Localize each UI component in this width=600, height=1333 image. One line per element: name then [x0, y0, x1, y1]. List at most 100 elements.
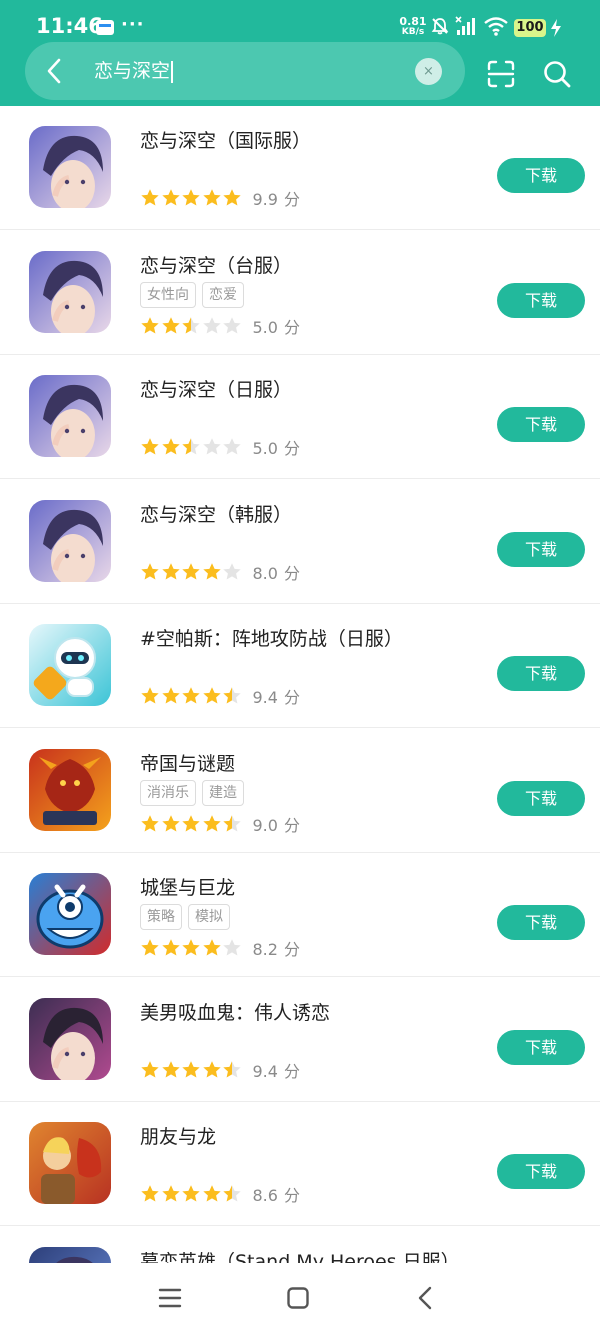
download-button[interactable]: 下载 [497, 905, 585, 940]
app-list-item[interactable]: 恋与深空（日服） 5.0 分 下载 [0, 355, 600, 479]
download-button[interactable]: 下载 [497, 158, 585, 193]
app-list-item[interactable]: 恋与深空（国际服） 9.9 分 下载 [0, 106, 600, 230]
app-icon-anime-boy-portrait[interactable] [29, 126, 111, 208]
star-full-icon [161, 316, 180, 333]
star-full-icon [161, 562, 180, 579]
rating-score-unit: 分 [283, 563, 300, 583]
search-bar[interactable] [25, 42, 465, 100]
download-button[interactable]: 下载 [497, 407, 585, 442]
network-speed-value: 0.81 [399, 15, 427, 28]
category-tag: 恋爱 [202, 281, 244, 308]
network-speed-unit: KB/s [401, 27, 425, 37]
app-name[interactable]: 恋与深空（台服） [140, 251, 292, 278]
rating-score-unit: 分 [283, 317, 300, 337]
app-icon-robot-mascot[interactable] [29, 624, 111, 706]
rating-score: 9.4 分 [253, 1058, 300, 1082]
star-full-icon [141, 939, 159, 956]
download-button[interactable]: 下载 [497, 656, 585, 691]
notification-card-icon [96, 20, 114, 35]
app-list-item[interactable]: 恋与深空（台服） 女性向 恋爱 5.0 分下载 [0, 231, 600, 355]
category-tag: 消消乐 [140, 779, 196, 806]
menu-icon[interactable] [157, 1285, 183, 1311]
app-name[interactable]: 美男吸血鬼：伟人诱恋 [140, 998, 330, 1025]
star-half-icon [223, 687, 241, 704]
rating-score-value: 8.2 [252, 940, 278, 959]
app-tags: 消消乐 建造 [140, 779, 250, 806]
app-name[interactable]: #空帕斯：阵地攻防战（日服） [140, 624, 403, 651]
star-empty-icon [202, 438, 221, 455]
app-icon-vampire-man[interactable] [29, 997, 111, 1080]
download-button[interactable]: 下载 [497, 531, 585, 567]
app-icon-blue-monster[interactable] [29, 873, 111, 955]
star-full-icon [202, 1060, 221, 1077]
star-empty-icon [223, 316, 241, 333]
download-button[interactable]: 下载 [497, 1029, 585, 1065]
star-full-icon [141, 316, 159, 333]
star-full-icon [161, 438, 180, 455]
rating-score-unit: 分 [283, 815, 300, 835]
back-chevron-icon[interactable] [40, 56, 70, 86]
app-list-item[interactable]: 恋与深空（韩服） 8.0 分 下载 [0, 480, 600, 604]
star-full-icon [182, 1185, 200, 1202]
app-icon-hero-and-dragon[interactable] [29, 1122, 111, 1204]
app-list-item[interactable]: 帝国与谜题 消消乐 建造 9.0 分下载 [0, 729, 600, 853]
app-icon-anime-boy-portrait[interactable] [29, 499, 111, 582]
search-input[interactable]: 恋与深空 [94, 58, 174, 84]
app-name[interactable]: 恋与深空（日服） [140, 375, 292, 402]
search-results-list[interactable]: 恋与深空（国际服） 9.9 分下载 恋与深空（台服） 女性向 恋爱 5.0 分下载 恋与深空（日… [0, 106, 600, 1263]
app-list-item[interactable]: 朋友与龙 8.6 分 下载 [0, 1102, 600, 1226]
app-name[interactable]: 朋友与龙 [140, 1122, 216, 1149]
star-full-icon [161, 1060, 180, 1077]
star-empty-icon [223, 939, 241, 956]
rating: 9.4 分 [140, 684, 300, 708]
app-icon-red-dragon[interactable] [29, 748, 111, 831]
app-list-item[interactable]: #空帕斯：阵地攻防战（日服） 9.4 分 下载 [0, 604, 600, 728]
charging-bolt-icon [551, 19, 561, 37]
category-tag: 策略 [140, 904, 182, 930]
download-button[interactable]: 下载 [497, 1154, 585, 1189]
star-full-icon [202, 562, 221, 579]
app-name[interactable]: 恋与深空（韩服） [140, 500, 292, 527]
star-full-icon [141, 1185, 159, 1202]
star-full-icon [141, 189, 159, 206]
rating: 5.0 分 [140, 435, 300, 458]
mute-bell-icon [431, 18, 449, 35]
star-half-icon [223, 1185, 241, 1202]
download-button[interactable]: 下载 [497, 282, 585, 318]
rating-score: 9.9 分 [253, 186, 300, 210]
app-icon-anime-boy-portrait[interactable] [29, 375, 111, 457]
rating-score-unit: 分 [283, 190, 300, 209]
app-icon-anime-boy-portrait[interactable] [29, 250, 111, 333]
app-name[interactable]: 恋与深空（国际服） [140, 126, 311, 153]
rating-score-unit: 分 [283, 439, 300, 458]
app-icon-anime-hero[interactable] [29, 1246, 111, 1263]
star-full-icon [202, 939, 221, 956]
search-icon[interactable] [542, 59, 572, 89]
rating: 5.0 分 [140, 314, 300, 337]
rating-score-unit: 分 [283, 1186, 300, 1205]
back-icon[interactable] [413, 1285, 439, 1311]
download-button[interactable]: 下载 [497, 780, 585, 816]
app-name[interactable]: 城堡与巨龙 [140, 873, 235, 900]
rating-score: 8.2 分 [253, 936, 300, 960]
app-list-item[interactable]: 美男吸血鬼：伟人诱恋 9.4 分 下载 [0, 978, 600, 1102]
star-full-icon [141, 814, 159, 831]
rating-score: 8.0 分 [253, 560, 300, 584]
app-name[interactable]: 帝国与谜题 [140, 749, 235, 776]
rating-score: 9.4 分 [253, 684, 300, 708]
status-bar: 11:46 ··· 0.81 KB/s 100 [0, 0, 600, 40]
star-empty-icon [202, 316, 221, 333]
star-full-icon [202, 189, 221, 206]
rating: 8.6 分 [140, 1182, 300, 1205]
app-list-item[interactable]: 城堡与巨龙 策略 模拟 8.2 分 下载 [0, 853, 600, 977]
star-full-icon [141, 438, 159, 455]
star-full-icon [141, 1060, 159, 1077]
app-name[interactable]: 幕恋英雄（Stand My Heroes 日服） [140, 1247, 460, 1264]
rating-score-value: 9.4 [252, 688, 278, 707]
clear-search-button[interactable]: × [415, 58, 442, 85]
home-icon[interactable] [285, 1285, 311, 1311]
star-full-icon [202, 1185, 221, 1202]
scan-icon[interactable] [486, 59, 516, 89]
rating: 9.4 分 [140, 1058, 300, 1082]
app-list-item[interactable]: 幕恋英雄（Stand My Heroes 日服） [0, 1227, 600, 1264]
